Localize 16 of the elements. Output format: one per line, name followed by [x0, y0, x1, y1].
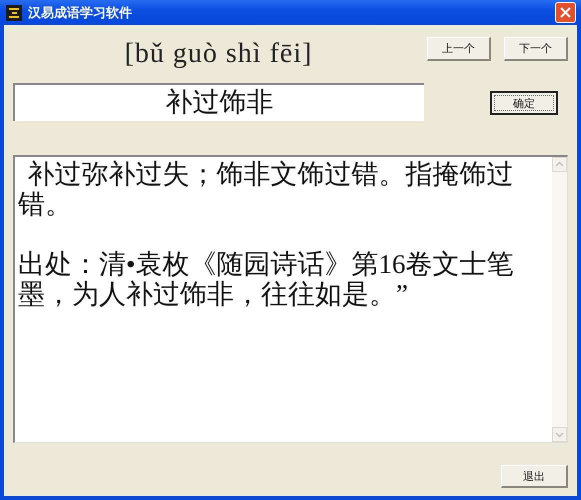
explanation-text: 补过弥补过失；饰非文饰过错。指掩饰过错。 — [18, 159, 514, 219]
explanation-text: 出处：清•袁枚《随园诗话》第16卷文士笔墨，为人补过饰非，往往如是。” — [18, 249, 514, 309]
scrollbar[interactable] — [552, 157, 567, 442]
scroll-down-icon[interactable] — [552, 427, 567, 442]
idiom-field[interactable]: 补过饰非 — [13, 83, 424, 121]
app-icon — [6, 4, 22, 20]
close-button[interactable] — [555, 2, 576, 23]
nav-button[interactable]: 上一个 — [427, 37, 491, 61]
explanation-box[interactable]: 补过弥补过失；饰非文饰过错。指掩饰过错。 出处：清•袁枚《随园诗话》第16卷文士笔墨，为人补过饰非，往往如是。” — [13, 155, 568, 443]
exit-button[interactable]: 退出 — [501, 465, 568, 488]
nav-button[interactable]: 下一个 — [504, 37, 568, 61]
confirm-button[interactable]: 确定 — [490, 91, 558, 115]
pinyin-text: [bǔ guò shì fēi] — [124, 37, 314, 71]
scroll-up-icon[interactable] — [552, 157, 567, 172]
window-title: 汉易成语学习软件 — [28, 4, 133, 22]
close-icon — [560, 7, 571, 18]
